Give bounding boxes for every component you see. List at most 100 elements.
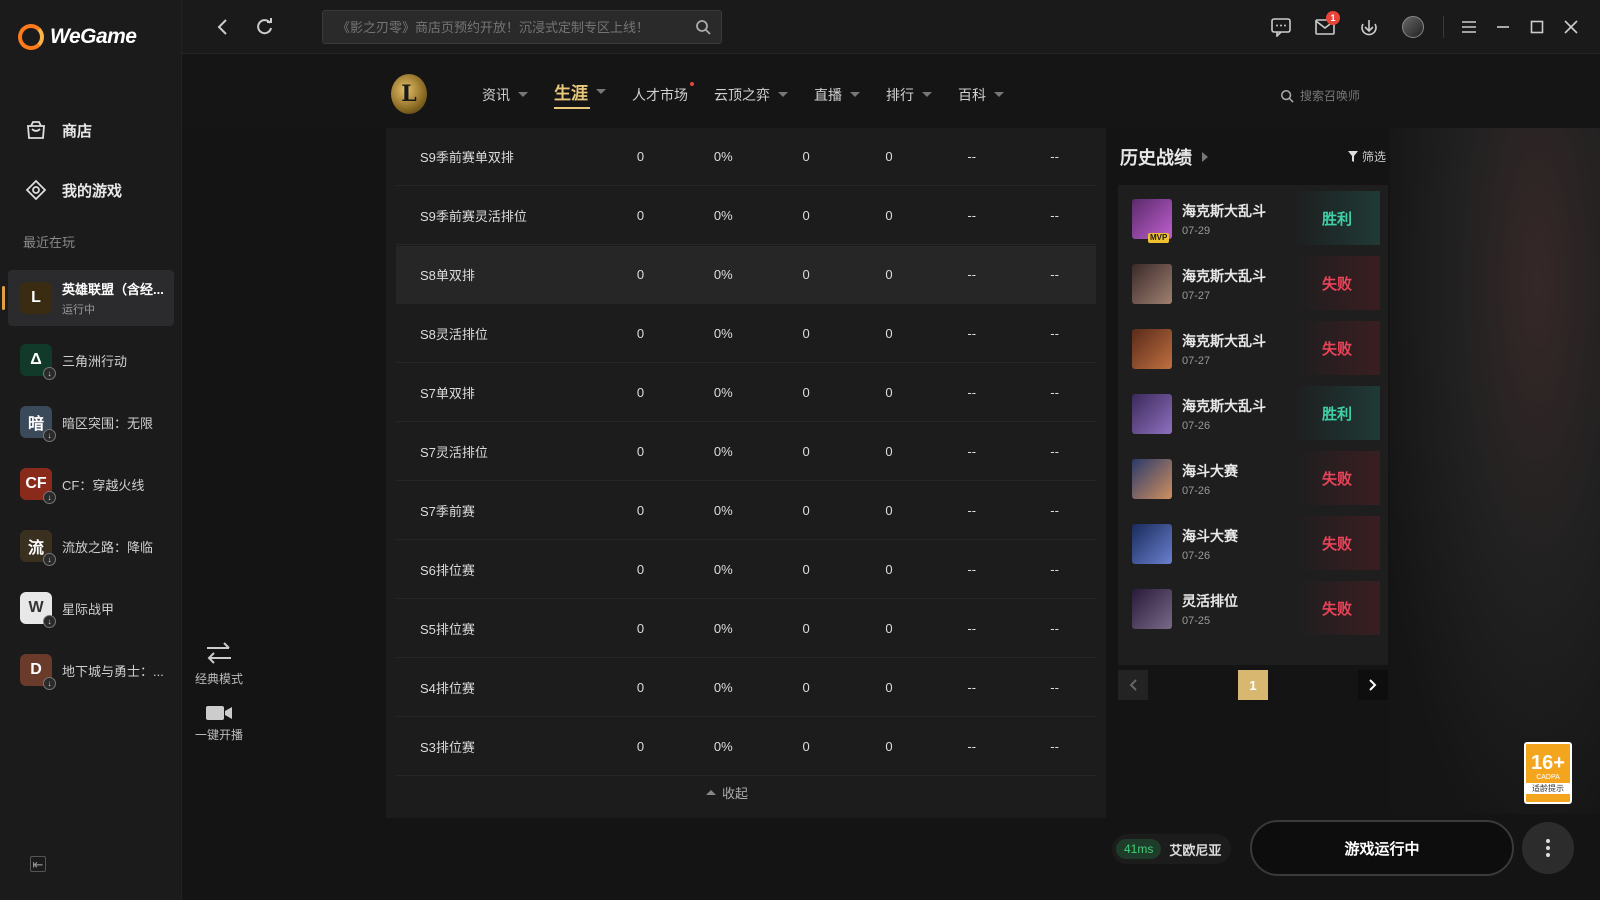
recent-game-item[interactable]: W ↓ 星际战甲 (8, 580, 174, 636)
stat-cell: 0 (636, 208, 645, 223)
stat-cell: 0 (885, 208, 893, 223)
table-row[interactable]: S8单双排 0 0% 0 0 -- -- (396, 246, 1096, 304)
chevron-down-icon (778, 92, 788, 97)
match-date: 07-27 (1182, 290, 1211, 302)
tab-1[interactable]: 生涯 (554, 79, 606, 109)
match-mode: 海克斯大乱斗 (1182, 268, 1266, 284)
wegame-logo-icon (18, 24, 44, 50)
game-text: 流放之路：降临 (62, 537, 172, 556)
refresh-icon[interactable] (252, 14, 278, 40)
game-text: CF：穿越火线 (62, 475, 172, 494)
classic-mode-toggle[interactable]: 经典模式 (192, 640, 246, 687)
match-item[interactable]: 海克斯大乱斗 07-27 失败 (1122, 319, 1380, 377)
swap-icon (192, 640, 246, 670)
lol-logo-icon[interactable]: L (391, 74, 427, 114)
queue-name: S7季前赛 (420, 504, 475, 519)
stat-cell: 0 (885, 503, 893, 518)
app-logo[interactable]: WeGame (18, 24, 137, 50)
game-status: 运行中 (62, 304, 95, 316)
table-row[interactable]: S6排位赛 0 0% 0 0 -- -- (396, 541, 1096, 599)
match-result: 失败 (1294, 256, 1380, 310)
match-item[interactable]: 海克斯大乱斗 07-26 胜利 (1122, 384, 1380, 442)
ranked-stats-table: 收起 S9季前赛单双排 0 0% 0 0 -- -- S9季前赛灵活排位 0 0% 0 0 -- -- S8… (386, 128, 1106, 818)
summoner-search[interactable]: 搜索召唤师 (1280, 87, 1360, 104)
download-manager-icon[interactable] (1347, 0, 1391, 54)
user-avatar[interactable] (1391, 0, 1435, 54)
close-icon[interactable] (1554, 0, 1588, 54)
maximize-icon[interactable] (1520, 0, 1554, 54)
back-icon[interactable] (210, 14, 236, 40)
filter-button[interactable]: 筛选 (1348, 148, 1386, 165)
stat-cell: -- (1050, 503, 1059, 518)
queue-name: S9季前赛单双排 (420, 150, 514, 165)
tab-5[interactable]: 排行 (886, 82, 932, 107)
one-click-stream-button[interactable]: 一键开播 (192, 700, 246, 743)
table-row[interactable]: S5排位赛 0 0% 0 0 -- -- (396, 600, 1096, 658)
server-status[interactable]: 41ms 艾欧尼亚 (1112, 834, 1232, 864)
game-name: 流放之路：降临 (62, 539, 154, 555)
recent-game-item[interactable]: 流 ↓ 流放之路：降临 (8, 518, 174, 574)
table-row[interactable]: S7灵活排位 0 0% 0 0 -- -- (396, 423, 1096, 481)
next-page-icon[interactable] (1358, 670, 1388, 700)
match-date: 07-29 (1182, 225, 1211, 237)
mvp-badge: MVP (1148, 233, 1170, 243)
table-row[interactable]: S9季前赛单双排 0 0% 0 0 -- -- (396, 128, 1096, 186)
match-item[interactable]: MVP 海克斯大乱斗 07-29 胜利 (1122, 189, 1380, 247)
champion-avatar (1132, 524, 1172, 564)
tab-0[interactable]: 资讯 (482, 82, 528, 107)
age-rating-badge[interactable]: 16+ CADPA 适龄提示 (1524, 742, 1572, 804)
recent-game-item[interactable]: Δ ↓ 三角洲行动 (8, 332, 174, 388)
prev-page-icon[interactable] (1118, 670, 1148, 700)
collapse-button[interactable]: 收起 (706, 783, 748, 802)
stat-cell: -- (1050, 385, 1059, 400)
stream-label: 一键开播 (194, 728, 243, 742)
match-date: 07-25 (1182, 615, 1211, 627)
match-mode: 海克斯大乱斗 (1182, 203, 1266, 219)
match-item[interactable]: 海斗大赛 07-26 失败 (1122, 514, 1380, 572)
chat-icon[interactable] (1259, 0, 1303, 54)
chevron-down-icon (596, 89, 606, 94)
tab-3[interactable]: 云顶之弈 (714, 82, 788, 107)
table-row[interactable]: S8灵活排位 0 0% 0 0 -- -- (396, 305, 1096, 363)
page-number[interactable]: 1 (1238, 670, 1268, 700)
history-header[interactable]: 历史战绩 (1120, 144, 1208, 170)
tab-4[interactable]: 直播 (814, 82, 860, 107)
table-row[interactable]: S7季前赛 0 0% 0 0 -- -- (396, 482, 1096, 540)
champion-avatar (1132, 459, 1172, 499)
game-text: 星际战甲 (62, 599, 172, 618)
store-search-input[interactable] (337, 19, 687, 35)
table-row[interactable]: S3排位赛 0 0% 0 0 -- -- (396, 718, 1096, 776)
match-item[interactable]: 海斗大赛 07-26 失败 (1122, 449, 1380, 507)
match-item[interactable]: 灵活排位 07-25 失败 (1122, 579, 1380, 637)
menu-icon[interactable] (1452, 0, 1486, 54)
download-icon: ↓ (43, 367, 56, 380)
stat-cell: 0 (802, 444, 810, 459)
minimize-icon[interactable] (1486, 0, 1520, 54)
stat-cell: 0% (713, 739, 733, 754)
main-nav: 商店 我的游戏 (0, 100, 182, 220)
recent-game-item[interactable]: CF ↓ CF：穿越火线 (8, 456, 174, 512)
nav-store[interactable]: 商店 (0, 100, 182, 160)
nav-my-games[interactable]: 我的游戏 (0, 160, 182, 220)
search-icon[interactable] (695, 19, 711, 40)
tab-6[interactable]: 百科 (958, 82, 1004, 107)
table-row[interactable]: S7单双排 0 0% 0 0 -- -- (396, 364, 1096, 422)
mail-icon[interactable]: 1 (1303, 0, 1347, 54)
history-title: 历史战绩 (1120, 148, 1192, 168)
more-options-icon[interactable] (1522, 822, 1574, 874)
match-item[interactable]: 海克斯大乱斗 07-27 失败 (1122, 254, 1380, 312)
game-tabs: 资讯 生涯 人才市场 云顶之弈 直播 排行 百科 (482, 79, 1004, 109)
recent-game-item[interactable]: 暗 ↓ 暗区突围：无限 (8, 394, 174, 450)
recent-game-item[interactable]: D ↓ 地下城与勇士：... (8, 642, 174, 698)
stat-cell: -- (1050, 680, 1059, 695)
recent-game-item[interactable]: L 英雄联盟（含经... 运行中 (2, 270, 174, 326)
table-row[interactable]: S9季前赛灵活排位 0 0% 0 0 -- -- (396, 187, 1096, 245)
tab-label: 百科 (958, 86, 986, 103)
stat-cell: -- (1050, 444, 1059, 459)
tab-2[interactable]: 人才市场 (632, 81, 694, 107)
bag-icon (24, 118, 48, 142)
game-running-button[interactable]: 游戏运行中 (1250, 820, 1514, 876)
store-search[interactable] (322, 10, 722, 44)
table-row[interactable]: S4排位赛 0 0% 0 0 -- -- (396, 659, 1096, 717)
collapse-sidebar-icon[interactable]: ⇤ (30, 856, 46, 872)
